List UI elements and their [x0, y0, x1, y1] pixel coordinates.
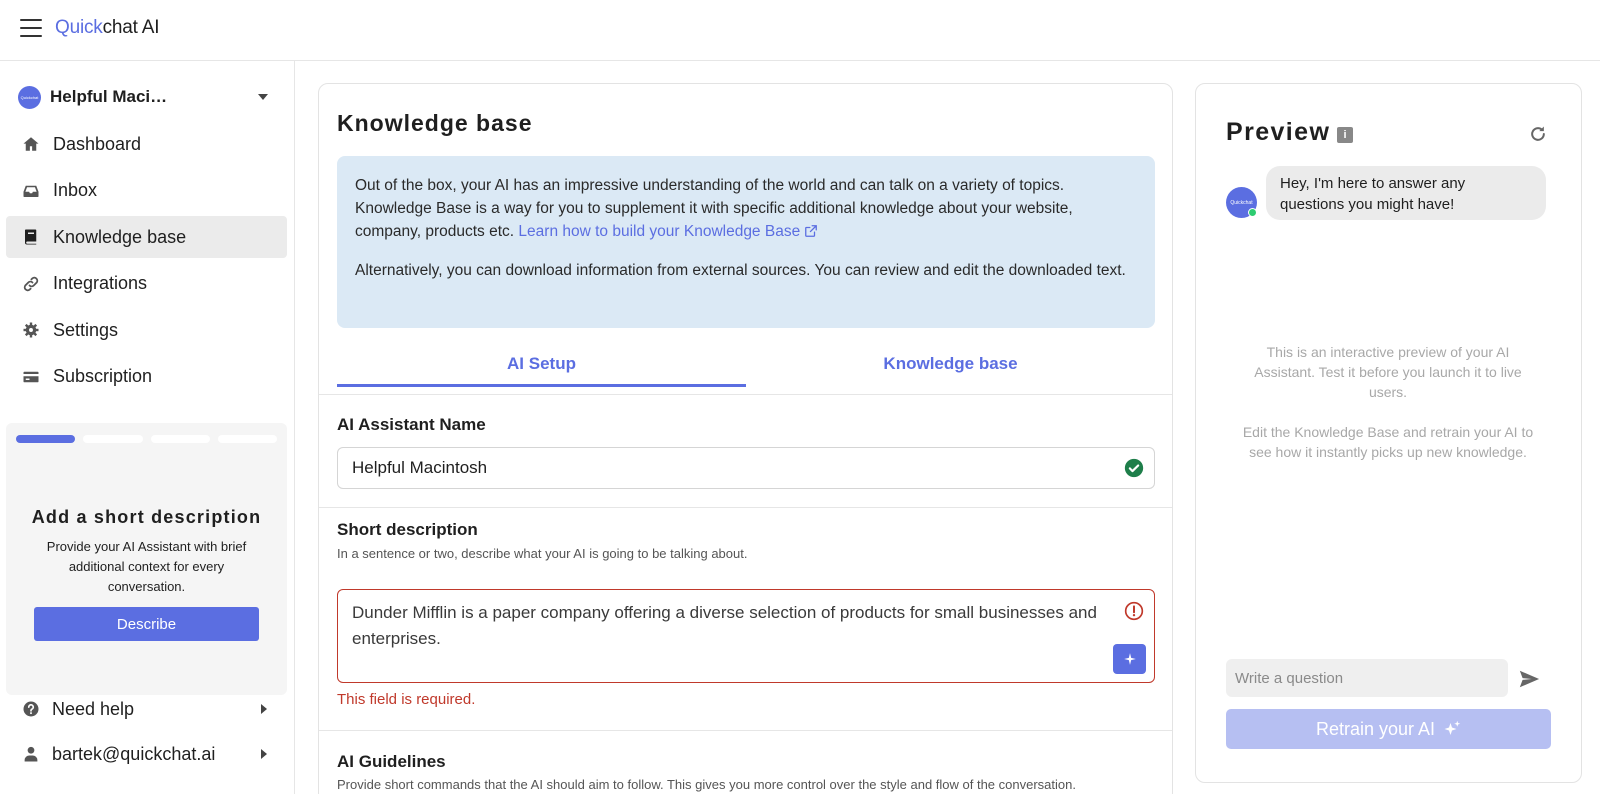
- chevron-right-icon: [261, 749, 267, 759]
- sidebar-item-label: Inbox: [53, 180, 98, 200]
- assistant-name-input[interactable]: [337, 447, 1155, 489]
- progress-step: [83, 435, 143, 443]
- assistant-avatar: Quickchat: [18, 85, 41, 109]
- inbox-icon: [22, 182, 40, 200]
- link-icon: [22, 275, 40, 293]
- refresh-icon[interactable]: [1528, 124, 1548, 144]
- assistant-name-label: AI Assistant Name: [337, 415, 486, 434]
- menu-icon[interactable]: [20, 19, 42, 37]
- ai-guidelines-label: AI Guidelines: [337, 752, 446, 771]
- gear-icon: [22, 321, 40, 339]
- ai-generate-button[interactable]: [1113, 644, 1146, 674]
- knowledge-base-panel: Knowledge base Out of the box, your AI h…: [318, 83, 1173, 794]
- user-email: bartek@quickchat.ai: [52, 743, 216, 764]
- send-icon[interactable]: [1518, 668, 1540, 690]
- error-icon: [1124, 601, 1144, 621]
- bot-message: Hey, I'm here to answer any questions yo…: [1266, 166, 1546, 220]
- help-icon: [22, 700, 40, 718]
- logo[interactable]: Quickchat AI: [55, 17, 159, 39]
- sidebar-item-subscription[interactable]: Subscription: [6, 356, 287, 398]
- external-link-icon: [805, 225, 818, 237]
- info-paragraph-2: Alternatively, you can download informat…: [355, 262, 1126, 279]
- info-icon[interactable]: i: [1337, 127, 1353, 143]
- onboarding-card: Add a short description Provide your AI …: [6, 423, 287, 695]
- user-icon: [22, 745, 40, 763]
- onboarding-text: Provide your AI Assistant with brief add…: [46, 539, 247, 594]
- sparkle-icon: [1123, 653, 1136, 665]
- short-description-help: In a sentence or two, describe what your…: [337, 546, 748, 561]
- sidebar: Quickchat Helpful Maci… Dashboard Inbox …: [0, 61, 295, 794]
- progress-step: [150, 435, 210, 443]
- sidebar-item-label: Dashboard: [53, 133, 142, 154]
- credit-card-icon: [22, 368, 40, 386]
- onboarding-progress: [16, 435, 277, 443]
- assistant-selector[interactable]: Quickchat Helpful Maci…: [18, 81, 278, 113]
- retrain-button[interactable]: Retrain your AI: [1226, 709, 1551, 749]
- book-icon: [22, 228, 40, 246]
- ai-guidelines-help: Provide short commands that the AI shoul…: [337, 777, 1076, 792]
- preview-panel: Preview i Quickchat Hey, I'm here to ans…: [1195, 83, 1582, 783]
- divider: [319, 730, 1172, 731]
- need-help-item[interactable]: Need help: [22, 694, 277, 724]
- sidebar-item-label: Subscription: [53, 366, 153, 386]
- describe-button[interactable]: Describe: [34, 607, 259, 641]
- check-circle-icon: [1124, 458, 1144, 478]
- progress-step: [217, 435, 277, 443]
- sidebar-item-label: Knowledge base: [53, 226, 187, 247]
- sidebar-item-dashboard[interactable]: Dashboard: [6, 123, 287, 165]
- info-box: Out of the box, your AI has an impressiv…: [337, 156, 1155, 328]
- preview-title: Preview: [1226, 118, 1331, 146]
- online-status-dot: [1248, 208, 1257, 217]
- top-bar: Quickchat AI: [0, 0, 1600, 61]
- sidebar-item-integrations[interactable]: Integrations: [6, 263, 287, 305]
- divider: [319, 394, 1172, 395]
- progress-step: [16, 435, 76, 443]
- sidebar-item-knowledge-base[interactable]: Knowledge base: [6, 216, 287, 258]
- sidebar-item-inbox[interactable]: Inbox: [6, 170, 287, 212]
- learn-more-link[interactable]: Learn how to build your Knowledge Base: [518, 223, 818, 240]
- sidebar-item-settings[interactable]: Settings: [6, 309, 287, 351]
- chevron-down-icon: [258, 94, 268, 100]
- tab-ai-setup[interactable]: AI Setup: [337, 342, 746, 387]
- short-description-textarea[interactable]: Dunder Mifflin is a paper company offeri…: [337, 589, 1155, 683]
- user-account-item[interactable]: bartek@quickchat.ai: [22, 739, 277, 769]
- preview-note: This is an interactive preview of your A…: [1254, 344, 1522, 400]
- need-help-label: Need help: [52, 698, 135, 719]
- assistant-name: Helpful Maci…: [50, 87, 168, 106]
- home-icon: [22, 135, 40, 153]
- sidebar-nav: Dashboard Inbox Knowledge base Integrati…: [6, 123, 287, 402]
- field-error-message: This field is required.: [337, 691, 476, 708]
- setup-tabs: AI Setup Knowledge base: [337, 342, 1155, 387]
- page-title: Knowledge base: [337, 110, 533, 136]
- sidebar-item-label: Settings: [53, 319, 119, 340]
- info-paragraph: Out of the box, your AI has an impressiv…: [355, 177, 1073, 240]
- chevron-right-icon: [261, 704, 267, 714]
- sparkle-icon: [1444, 720, 1461, 735]
- onboarding-title: Add a short description: [31, 507, 262, 527]
- divider: [319, 507, 1172, 508]
- preview-note: Edit the Knowledge Base and retrain your…: [1242, 424, 1534, 460]
- question-input[interactable]: [1226, 659, 1508, 697]
- sidebar-item-label: Integrations: [53, 273, 148, 293]
- tab-knowledge-base[interactable]: Knowledge base: [746, 342, 1155, 387]
- short-description-label: Short description: [337, 520, 478, 539]
